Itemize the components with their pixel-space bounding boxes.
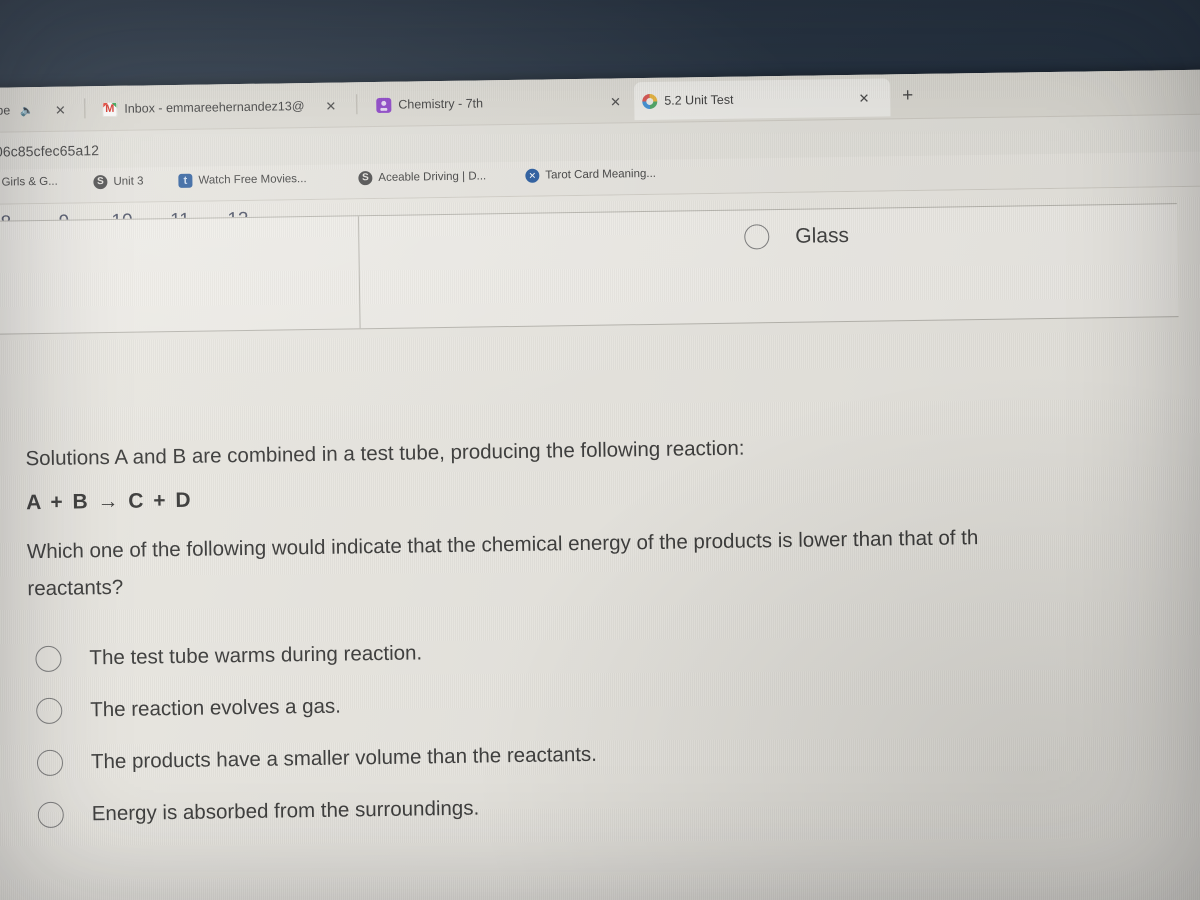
answer-options: The test tube warms during reaction. The… xyxy=(0,628,1200,829)
tab-close-icon[interactable]: ✕ xyxy=(610,94,621,109)
tab-title: Chemistry - 7th xyxy=(398,96,484,112)
tab-chemistry-7th[interactable]: Chemistry - 7th ✕ xyxy=(368,82,629,124)
tab-title: ouTube xyxy=(0,103,11,119)
tab-title: Inbox - emmareehernandez13@ xyxy=(124,99,305,116)
edgenuity-icon xyxy=(642,93,658,109)
chemical-equation: A + B → C + D xyxy=(25,488,193,514)
bookmark-item[interactable]: st Girls & G... xyxy=(0,176,58,189)
option-label: Glass xyxy=(795,223,850,248)
radio-button-icon[interactable] xyxy=(744,224,770,250)
answer-option[interactable]: The products have a smaller volume than … xyxy=(36,732,1200,777)
question-stem-line-2: Which one of the following would indicat… xyxy=(0,515,1200,610)
bookmark-label: Aceable Driving | D... xyxy=(378,170,487,184)
tab-unit-test[interactable]: 5.2 Unit Test ✕ xyxy=(633,78,891,121)
globe-icon xyxy=(93,175,108,190)
bookmark-item[interactable]: Watch Free Movies... xyxy=(178,172,307,188)
radio-button-icon[interactable] xyxy=(37,802,64,829)
box-divider xyxy=(357,216,361,329)
radio-button-icon[interactable] xyxy=(36,750,64,777)
bookmark-label: Unit 3 xyxy=(113,175,144,188)
tab-separator xyxy=(356,94,358,115)
answer-label: The reaction evolves a gas. xyxy=(90,694,342,722)
blue-square-icon xyxy=(178,173,193,188)
test-page: 8 9 10 11 12 Glass xyxy=(0,186,1200,900)
address-bar-url: 06c85cfec65a12 xyxy=(0,141,100,160)
option-glass[interactable]: Glass xyxy=(744,223,849,250)
bookmark-item[interactable]: Unit 3 xyxy=(93,174,144,190)
tab-close-icon[interactable]: ✕ xyxy=(858,90,869,105)
speaker-icon[interactable]: 🔈 xyxy=(20,104,34,117)
answer-label: The test tube warms during reaction. xyxy=(89,641,423,670)
new-tab-button[interactable]: + xyxy=(902,85,913,106)
gmail-icon xyxy=(102,101,118,117)
tab-gmail-inbox[interactable]: Inbox - emmareehernandez13@ ✕ xyxy=(94,86,345,128)
tab-separator xyxy=(84,98,86,119)
answer-label: The products have a smaller volume than … xyxy=(90,743,598,774)
previous-question-box: Glass xyxy=(0,203,1179,335)
bookmark-item[interactable]: Tarot Card Meaning... xyxy=(525,167,656,183)
radio-button-icon[interactable] xyxy=(35,646,62,673)
tab-title: 5.2 Unit Test xyxy=(664,92,734,108)
bookmark-label: Tarot Card Meaning... xyxy=(545,167,657,182)
tab-close-icon[interactable]: ✕ xyxy=(325,98,336,113)
bookmark-item[interactable]: Aceable Driving | D... xyxy=(358,169,487,186)
bookmark-label: Watch Free Movies... xyxy=(198,173,307,187)
bookmark-label: st Girls & G... xyxy=(0,175,58,189)
answer-option[interactable]: Energy is absorbed from the surroundings… xyxy=(37,784,1200,829)
answer-label: Energy is absorbed from the surroundings… xyxy=(91,796,480,826)
browser-window: ouTube 🔈 ✕ Inbox - emmareehernandez13@ ✕… xyxy=(0,69,1200,900)
radio-button-icon[interactable] xyxy=(36,698,63,725)
answer-option[interactable]: The reaction evolves a gas. xyxy=(36,680,1200,725)
globe-icon xyxy=(358,171,373,186)
question-body: Solutions A and B are combined in a test… xyxy=(0,431,1200,855)
canvas-icon xyxy=(376,97,392,113)
screen-photo: ouTube 🔈 ✕ Inbox - emmareehernandez13@ ✕… xyxy=(0,0,1200,900)
tab-close-icon[interactable]: ✕ xyxy=(55,102,66,117)
tab-youtube[interactable]: ouTube 🔈 ✕ xyxy=(0,90,74,130)
question-stem-line-1: Solutions A and B are combined in a test… xyxy=(25,436,745,471)
blue-x-icon xyxy=(525,168,540,183)
answer-option[interactable]: The test tube warms during reaction. xyxy=(35,628,1200,673)
